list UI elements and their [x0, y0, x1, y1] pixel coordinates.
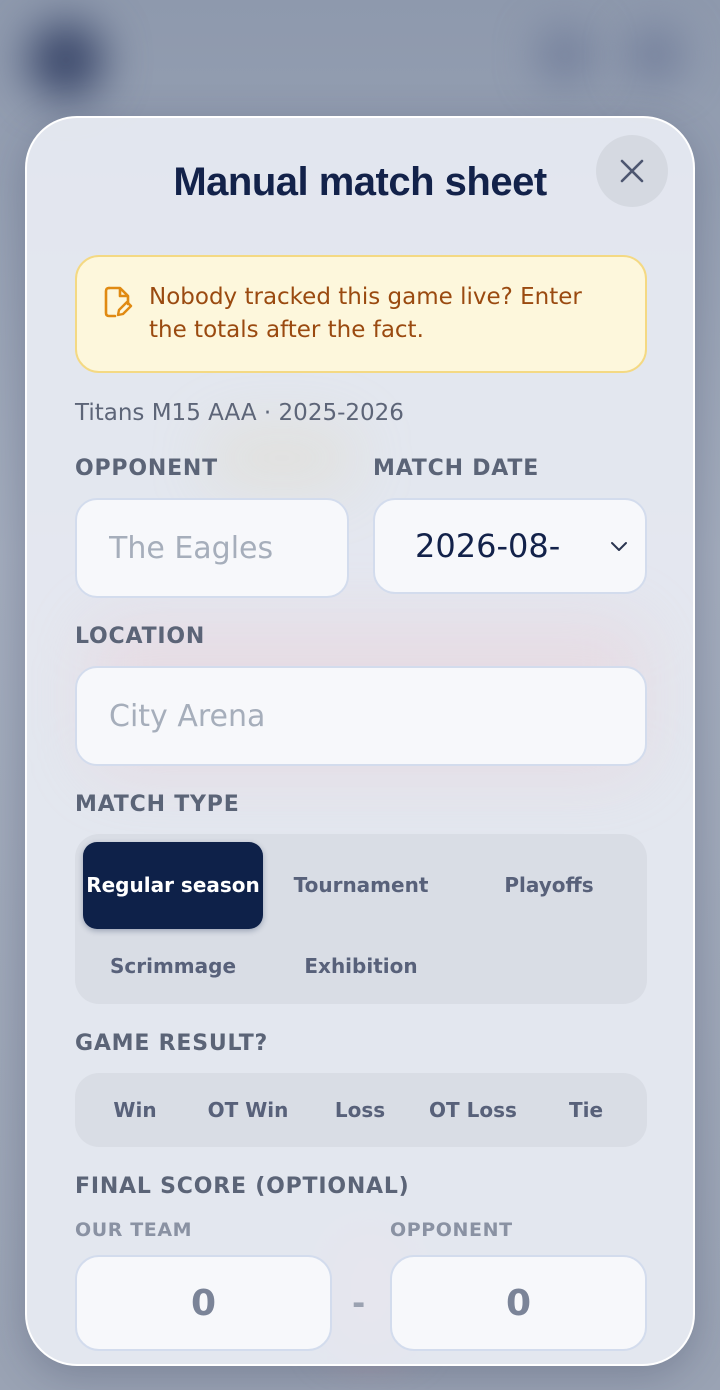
score-separator: - [352, 1284, 366, 1322]
result-ot-win[interactable]: OT Win [192, 1080, 304, 1140]
background-glow [207, 428, 357, 488]
blurred-avatar [28, 22, 104, 98]
match-date-label: MATCH DATE [373, 456, 540, 481]
edit-document-icon [104, 286, 133, 318]
opponent-score-input[interactable]: 0 [390, 1255, 647, 1351]
opponent-field[interactable] [75, 498, 349, 598]
blurred-header-icon [540, 30, 590, 80]
match-type-tournament[interactable]: Tournament [271, 842, 451, 929]
result-loss[interactable]: Loss [306, 1080, 414, 1140]
match-type-scrimmage[interactable]: Scrimmage [83, 936, 263, 996]
location-label: LOCATION [75, 624, 206, 649]
match-type-regular-season[interactable]: Regular season [83, 842, 263, 929]
modal-title: Manual match sheet [173, 160, 547, 204]
opponent-input[interactable] [77, 530, 347, 566]
location-field[interactable] [75, 666, 647, 766]
match-type-label: MATCH TYPE [75, 792, 240, 817]
opponent-label: OPPONENT [75, 456, 218, 481]
our-team-score-input[interactable]: 0 [75, 1255, 332, 1351]
game-result-selector: Win OT Win Loss OT Loss Tie [75, 1073, 647, 1147]
game-result-label: GAME RESULT? [75, 1031, 269, 1056]
match-date-select[interactable]: 2026-08- [373, 498, 647, 594]
info-notice: Nobody tracked this game live? Enter the… [75, 255, 647, 373]
match-date-value: 2026-08- [415, 527, 561, 565]
result-win[interactable]: Win [81, 1080, 189, 1140]
location-input[interactable] [77, 698, 645, 734]
close-button[interactable] [596, 135, 668, 207]
result-ot-loss[interactable]: OT Loss [416, 1080, 530, 1140]
notice-text: Nobody tracked this game live? Enter the… [149, 284, 582, 343]
chevron-down-icon [611, 542, 627, 551]
blurred-header-icon [630, 30, 680, 80]
opponent-score-label: OPPONENT [390, 1219, 513, 1241]
match-type-playoffs[interactable]: Playoffs [459, 842, 639, 929]
match-type-exhibition[interactable]: Exhibition [271, 936, 451, 996]
result-tie[interactable]: Tie [532, 1080, 640, 1140]
our-team-label: OUR TEAM [75, 1219, 193, 1241]
match-type-selector: Regular season Tournament Playoffs Scrim… [75, 834, 647, 1004]
team-season-subtitle: Titans M15 AAA · 2025-2026 [75, 400, 404, 426]
close-icon [620, 159, 644, 183]
manual-match-sheet-modal: Manual match sheet Nobody tracked this g… [25, 116, 695, 1366]
final-score-label: FINAL SCORE (OPTIONAL) [75, 1174, 410, 1199]
